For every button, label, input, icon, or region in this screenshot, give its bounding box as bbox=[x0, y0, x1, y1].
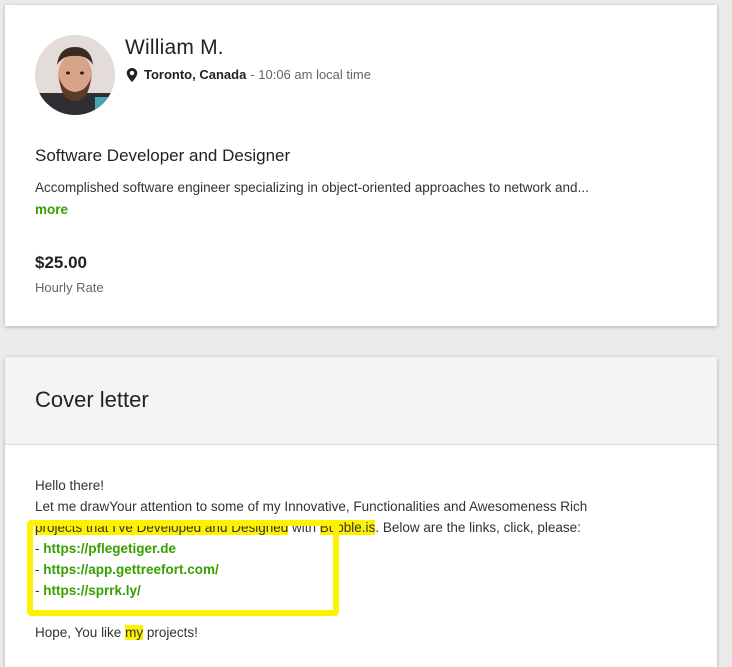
letter-line-1: Let me drawYour attention to some of my … bbox=[35, 499, 588, 514]
location-pin-icon bbox=[126, 67, 138, 82]
avatar[interactable] bbox=[35, 35, 115, 115]
hourly-rate-value: $25.00 bbox=[35, 253, 87, 272]
profile-card: William M. Toronto, Canada - 10:06 am lo… bbox=[5, 5, 717, 326]
portfolio-link-pflegetiger[interactable]: https://pflegetiger.de bbox=[43, 541, 176, 556]
profile-overview: Accomplished software engineer specializ… bbox=[35, 180, 589, 195]
location-row: Toronto, Canada - 10:06 am local time bbox=[126, 67, 371, 82]
profile-title: Software Developer and Designer bbox=[35, 146, 291, 165]
letter-link-line: - https://pflegetiger.de bbox=[35, 538, 587, 559]
more-link[interactable]: more bbox=[35, 202, 68, 217]
link-prefix: - bbox=[35, 541, 44, 556]
link-prefix: - bbox=[35, 583, 44, 598]
letter-closing: Hope, You like my projects! bbox=[35, 622, 587, 643]
highlighted-text: my bbox=[125, 625, 144, 640]
cover-letter-header: Cover letter bbox=[5, 357, 717, 445]
highlighted-text: Bubble.is bbox=[319, 520, 376, 535]
letter-text: projects! bbox=[143, 625, 198, 640]
freelancer-name: William M. bbox=[125, 36, 224, 59]
letter-text: with bbox=[288, 520, 320, 535]
portfolio-link-sprrk[interactable]: https://sprrk.ly/ bbox=[43, 583, 141, 598]
local-time: - 10:06 am local time bbox=[250, 67, 371, 82]
hourly-rate-label: Hourly Rate bbox=[35, 280, 104, 295]
letter-link-line: - https://app.gettreefort.com/ bbox=[35, 559, 587, 580]
letter-text: Hope, You like bbox=[35, 625, 126, 640]
letter-greeting: Hello there! bbox=[35, 478, 105, 493]
link-prefix: - bbox=[35, 562, 44, 577]
cover-letter-card: Cover letter Hello there! Let me drawYou… bbox=[5, 357, 717, 667]
letter-link-line: - https://sprrk.ly/ bbox=[35, 580, 587, 601]
portfolio-link-gettreefort[interactable]: https://app.gettreefort.com/ bbox=[43, 562, 219, 577]
highlighted-text: projects that I've Developed and Designe… bbox=[35, 520, 289, 535]
letter-line-2: projects that I've Developed and Designe… bbox=[35, 517, 587, 538]
cover-letter-title: Cover letter bbox=[35, 387, 149, 412]
location-city: Toronto, Canada bbox=[144, 67, 247, 82]
cover-letter-body: Hello there! Let me drawYour attention t… bbox=[35, 475, 587, 643]
letter-text: . Below are the links, click, please: bbox=[375, 520, 581, 535]
